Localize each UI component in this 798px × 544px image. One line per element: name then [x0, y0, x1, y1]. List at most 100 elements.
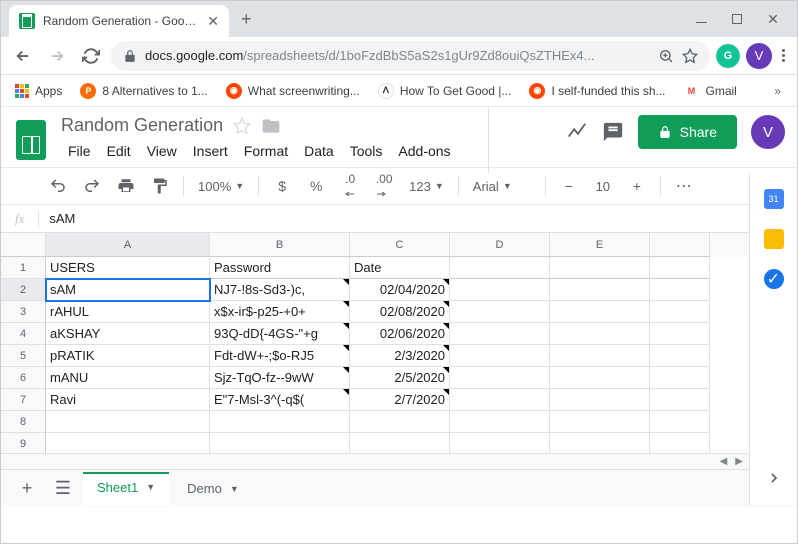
keep-addon-icon[interactable]	[764, 229, 784, 249]
font-dropdown[interactable]: Arial▼	[467, 179, 537, 194]
col-header-a[interactable]: A	[46, 233, 210, 257]
scroll-right-icon[interactable]: ▶	[731, 456, 747, 467]
cell-F8[interactable]	[650, 411, 710, 433]
cell-E2[interactable]	[550, 279, 650, 301]
cell-E4[interactable]	[550, 323, 650, 345]
cell-B9[interactable]	[210, 433, 350, 453]
menu-view[interactable]: View	[140, 140, 184, 162]
percent-button[interactable]: %	[301, 172, 331, 200]
menu-addons[interactable]: Add-ons	[391, 140, 457, 162]
minimize-button[interactable]	[695, 16, 707, 23]
row-header[interactable]: 1	[1, 257, 46, 279]
formula-input[interactable]: sAM	[39, 211, 797, 226]
chrome-menu-button[interactable]	[778, 45, 789, 66]
cell-E7[interactable]	[550, 389, 650, 411]
menu-tools[interactable]: Tools	[343, 140, 390, 162]
cell-C6[interactable]: 2/5/2020	[350, 367, 450, 389]
bookmarks-overflow-button[interactable]: »	[766, 84, 789, 98]
bookmark-item[interactable]: ◉ What screenwriting...	[220, 79, 366, 103]
cell-E8[interactable]	[550, 411, 650, 433]
col-header-c[interactable]: C	[350, 233, 450, 257]
scroll-left-icon[interactable]: ◀	[716, 456, 732, 467]
font-size-decrease[interactable]: −	[554, 172, 584, 200]
move-folder-icon[interactable]	[261, 116, 281, 136]
sheets-logo[interactable]	[11, 115, 51, 165]
row-header[interactable]: 6	[1, 367, 46, 389]
cell-C3[interactable]: 02/08/2020	[350, 301, 450, 323]
menu-insert[interactable]: Insert	[186, 140, 235, 162]
number-format-dropdown[interactable]: 123▼	[403, 179, 450, 194]
menu-file[interactable]: File	[61, 140, 98, 162]
cell-F7[interactable]	[650, 389, 710, 411]
bookmark-item[interactable]: P 8 Alternatives to 1...	[74, 79, 213, 103]
horizontal-scrollbar[interactable]: ◀ ▶	[1, 453, 750, 469]
close-tab-icon[interactable]: ✕	[207, 13, 219, 30]
cell-D9[interactable]	[450, 433, 550, 453]
row-header[interactable]: 5	[1, 345, 46, 367]
cell-A8[interactable]	[46, 411, 210, 433]
cell-B3[interactable]: x$x-ir$-p25-+0+	[210, 301, 350, 323]
col-header-e[interactable]: E	[550, 233, 650, 257]
zoom-dropdown[interactable]: 100%▼	[192, 179, 250, 194]
add-sheet-button[interactable]: +	[11, 473, 43, 505]
cell-A2[interactable]: sAM	[46, 279, 210, 301]
star-icon[interactable]	[682, 48, 698, 64]
row-header[interactable]: 9	[1, 433, 46, 453]
row-header[interactable]: 8	[1, 411, 46, 433]
bookmark-item[interactable]: ᐱ How To Get Good |...	[372, 79, 518, 103]
cell-F6[interactable]	[650, 367, 710, 389]
cell-D4[interactable]	[450, 323, 550, 345]
cell-E3[interactable]	[550, 301, 650, 323]
close-window-button[interactable]: ✕	[767, 11, 779, 28]
cell-B8[interactable]	[210, 411, 350, 433]
back-button[interactable]	[9, 42, 37, 70]
cell-B6[interactable]: Sjz-TqO-fz--9wW	[210, 367, 350, 389]
menu-edit[interactable]: Edit	[100, 140, 138, 162]
decrease-decimal-button[interactable]: .0	[335, 172, 365, 200]
font-size-input[interactable]: 10	[588, 179, 618, 194]
cell-A7[interactable]: Ravi	[46, 389, 210, 411]
bookmark-item[interactable]: ◉ I self-funded this sh...	[523, 79, 671, 103]
activity-icon[interactable]	[566, 121, 588, 143]
extension-grammarly-icon[interactable]: G	[716, 44, 740, 68]
apps-shortcut[interactable]: Apps	[9, 80, 68, 102]
row-header[interactable]: 4	[1, 323, 46, 345]
menu-format[interactable]: Format	[237, 140, 295, 162]
star-document-icon[interactable]	[233, 117, 251, 135]
col-header-f[interactable]	[650, 233, 710, 257]
cell-F5[interactable]	[650, 345, 710, 367]
cell-C7[interactable]: 2/7/2020	[350, 389, 450, 411]
col-header-b[interactable]: B	[210, 233, 350, 257]
print-button[interactable]	[111, 172, 141, 200]
share-button[interactable]: Share	[638, 115, 737, 149]
sheet-tab-sheet1[interactable]: Sheet1▼	[83, 472, 169, 506]
sheet-tab-demo[interactable]: Demo▼	[173, 473, 253, 504]
cell-E9[interactable]	[550, 433, 650, 453]
cell-C5[interactable]: 2/3/2020	[350, 345, 450, 367]
cell-A4[interactable]: aKSHAY	[46, 323, 210, 345]
document-title[interactable]: Random Generation	[61, 115, 223, 136]
cell-D7[interactable]	[450, 389, 550, 411]
cell-E5[interactable]	[550, 345, 650, 367]
fx-label[interactable]: fx	[1, 211, 39, 227]
forward-button[interactable]	[43, 42, 71, 70]
cell-C2[interactable]: 02/04/2020	[350, 279, 450, 301]
cell-B7[interactable]: E"7-Msl-3^(-q$(	[210, 389, 350, 411]
row-header[interactable]: 3	[1, 301, 46, 323]
increase-decimal-button[interactable]: .00	[369, 172, 399, 200]
cell-E6[interactable]	[550, 367, 650, 389]
cell-F3[interactable]	[650, 301, 710, 323]
all-sheets-button[interactable]: ☰	[47, 473, 79, 505]
cell-C8[interactable]	[350, 411, 450, 433]
cell-B1[interactable]: Password	[210, 257, 350, 279]
cell-A6[interactable]: mANU	[46, 367, 210, 389]
cell-D1[interactable]	[450, 257, 550, 279]
cell-A3[interactable]: rAHUL	[46, 301, 210, 323]
account-avatar[interactable]: V	[751, 115, 785, 149]
cell-A9[interactable]	[46, 433, 210, 453]
currency-button[interactable]: $	[267, 172, 297, 200]
comments-icon[interactable]	[602, 121, 624, 143]
cell-D2[interactable]	[450, 279, 550, 301]
col-header-d[interactable]: D	[450, 233, 550, 257]
menu-data[interactable]: Data	[297, 140, 341, 162]
